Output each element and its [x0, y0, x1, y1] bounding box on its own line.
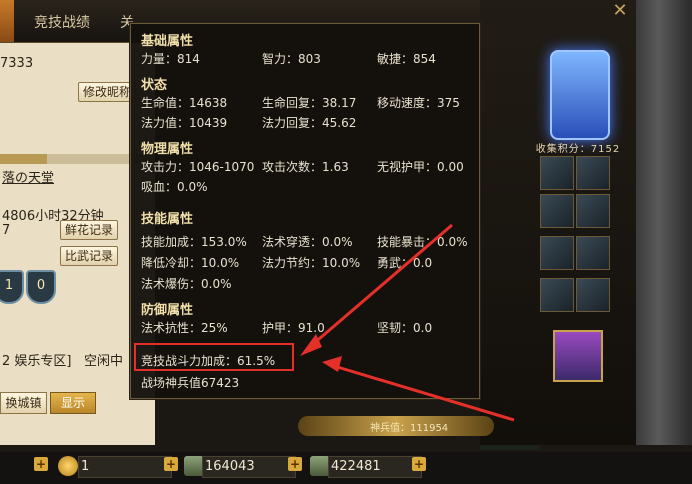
change-city-button[interactable]: 换城镇: [0, 392, 47, 414]
stat: 吸血：0.0%: [141, 180, 208, 194]
add-icon[interactable]: +: [164, 457, 178, 471]
currency-icon: [184, 456, 204, 476]
stat: 法术穿透：0.0%: [262, 235, 353, 249]
gold-coin-icon: [58, 456, 78, 476]
stat: 敏捷：854: [377, 52, 436, 66]
currency-a-value: 164043: [202, 456, 296, 478]
section-title: 基础属性: [141, 34, 194, 49]
item-slot[interactable]: [576, 194, 610, 228]
guild-link[interactable]: 落の天堂: [2, 167, 54, 186]
stat: 坚韧：0.0: [377, 321, 433, 335]
collection-chest-icon[interactable]: [550, 50, 610, 140]
stat: 法术爆伤：0.0%: [141, 277, 232, 291]
stat: 法力回复：45.62: [262, 116, 357, 130]
add-icon[interactable]: +: [412, 457, 426, 471]
stat: 生命值：14638: [141, 96, 228, 110]
divine-weapon-value: 神兵值：111954: [370, 423, 449, 434]
server-zone: 2 娱乐专区]: [2, 354, 72, 369]
rank-shield: 1: [0, 270, 24, 304]
add-icon[interactable]: +: [34, 457, 48, 471]
stat: 法力值：10439: [141, 116, 228, 130]
resource-bar: + 1 + 164043 + 422481 +: [0, 452, 692, 484]
item-slot[interactable]: [576, 278, 610, 312]
stat: 力量：814: [141, 52, 200, 66]
collect-score: 收集积分：7152: [535, 144, 621, 155]
player-id: 7333: [0, 56, 34, 71]
rename-button[interactable]: 修改昵称: [78, 82, 137, 102]
stat: 法术抗性：25%: [141, 321, 228, 335]
stat: 无视护甲：0.00: [377, 160, 464, 174]
section-title: 状态: [141, 78, 168, 93]
item-slot[interactable]: [540, 194, 574, 228]
item-slot[interactable]: [540, 236, 574, 270]
hero-portrait[interactable]: [553, 330, 603, 382]
item-slot[interactable]: [576, 236, 610, 270]
section-title: 技能属性: [141, 212, 194, 227]
section-title: 防御属性: [141, 303, 194, 318]
stat: 攻击力：1046-1070: [141, 160, 255, 174]
flowers-record-button[interactable]: 鲜花记录: [60, 220, 119, 240]
highlight-box: [134, 343, 294, 371]
stat: 技能暴击：0.0%: [377, 235, 468, 249]
close-icon[interactable]: ✕: [605, 0, 635, 21]
stat: 勇武：0.0: [377, 256, 433, 270]
add-icon[interactable]: +: [288, 457, 302, 471]
item-slot[interactable]: [540, 278, 574, 312]
stat: 智力：803: [262, 52, 321, 66]
stat: 法力节约：10.0%: [262, 256, 361, 270]
currency-b-value: 422481: [328, 456, 422, 478]
tab-arena-record[interactable]: 竞技战绩: [34, 12, 90, 32]
stat: 降低冷却：10.0%: [141, 256, 240, 270]
show-button[interactable]: 显示: [50, 392, 96, 414]
player-status: 空闲中: [84, 354, 124, 369]
gold-value: 1: [78, 456, 172, 478]
item-slot[interactable]: [540, 156, 574, 190]
stat: 攻击次数：1.63: [262, 160, 349, 174]
divine-weapon-stat: 战场神兵值67423: [141, 376, 240, 390]
stat: 护甲：91.0: [262, 321, 325, 335]
stat: 技能加成：153.0%: [141, 235, 247, 249]
stat: 生命回复：38.17: [262, 96, 357, 110]
tab-active[interactable]: [0, 0, 14, 42]
count-value: 7: [2, 223, 11, 238]
duel-record-button[interactable]: 比武记录: [60, 246, 119, 266]
section-title: 物理属性: [141, 142, 194, 157]
map-strip: [636, 0, 692, 445]
currency-icon: [310, 456, 330, 476]
stat: 移动速度：375: [377, 96, 460, 110]
item-slot[interactable]: [576, 156, 610, 190]
rank-shield: 0: [26, 270, 56, 304]
